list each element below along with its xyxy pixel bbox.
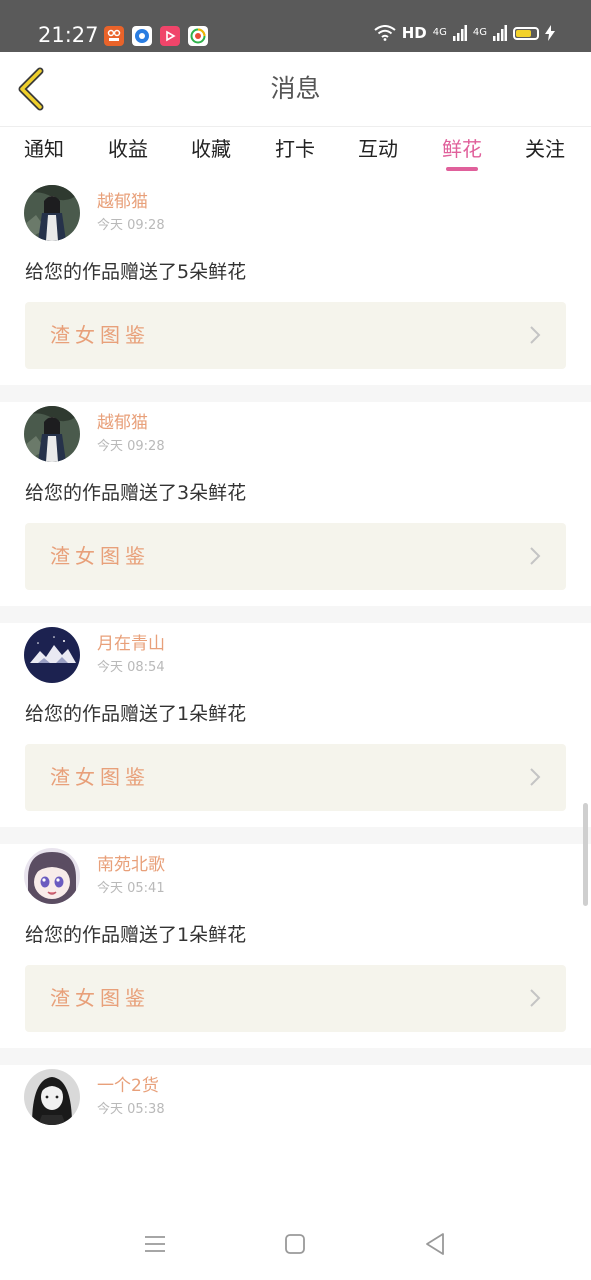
avatar[interactable] <box>24 1069 80 1125</box>
battery-icon <box>513 26 539 40</box>
avatar[interactable] <box>24 406 80 462</box>
avatar[interactable] <box>24 627 80 683</box>
avatar[interactable] <box>24 848 80 904</box>
work-link-card[interactable]: 渣女图鉴 <box>25 523 566 590</box>
divider <box>0 385 591 402</box>
battery-level <box>516 29 531 37</box>
taobao-style-app-icon <box>104 26 124 46</box>
list-item: 越郁猫 今天 09:28 给您的作品赠送了5朵鲜花 渣女图鉴 <box>0 181 591 385</box>
back-triangle-icon[interactable] <box>421 1230 449 1258</box>
tab-flowers[interactable]: 鲜花 <box>442 135 482 163</box>
browser-app-icon <box>188 26 208 46</box>
tab-notifications[interactable]: 通知 <box>24 135 64 163</box>
scrollbar[interactable] <box>583 803 588 906</box>
work-title: 渣女图鉴 <box>50 986 150 1010</box>
chevron-right-icon <box>530 768 541 786</box>
work-link-card[interactable]: 渣女图鉴 <box>25 965 566 1032</box>
timestamp: 今天 05:41 <box>97 881 165 896</box>
status-app-icons <box>104 26 208 46</box>
timestamp: 今天 09:28 <box>97 218 165 233</box>
message-text: 给您的作品赠送了5朵鲜花 <box>25 261 247 283</box>
signal-label-2: 4G <box>472 27 487 38</box>
status-time: 21:27 <box>38 23 99 47</box>
chevron-right-icon <box>530 547 541 565</box>
chevron-right-icon <box>530 989 541 1007</box>
list-item: 越郁猫 今天 09:28 给您的作品赠送了3朵鲜花 渣女图鉴 <box>0 402 591 606</box>
username[interactable]: 越郁猫 <box>97 191 148 213</box>
message-text: 给您的作品赠送了1朵鲜花 <box>25 924 247 946</box>
video-app-icon <box>160 26 180 46</box>
signal-bars-icon <box>452 25 467 41</box>
timestamp: 今天 08:54 <box>97 660 165 675</box>
username[interactable]: 一个2货 <box>97 1075 159 1097</box>
username[interactable]: 月在青山 <box>97 633 165 655</box>
status-bar: 21:27 HD 4G 4G <box>0 0 591 52</box>
message-text: 给您的作品赠送了3朵鲜花 <box>25 482 247 504</box>
system-nav-bar <box>0 1210 591 1280</box>
divider <box>0 606 591 623</box>
work-link-card[interactable]: 渣女图鉴 <box>25 744 566 811</box>
list-item: 南苑北歌 今天 05:41 给您的作品赠送了1朵鲜花 渣女图鉴 <box>0 844 591 1048</box>
work-title: 渣女图鉴 <box>50 765 150 789</box>
list-item: 月在青山 今天 08:54 给您的作品赠送了1朵鲜花 渣女图鉴 <box>0 623 591 827</box>
hd-label: HD <box>401 24 427 42</box>
tab-following[interactable]: 关注 <box>525 135 565 163</box>
tab-interaction[interactable]: 互动 <box>358 135 398 163</box>
chevron-right-icon <box>530 326 541 344</box>
signal-bars-icon <box>493 25 507 41</box>
username[interactable]: 越郁猫 <box>97 412 148 434</box>
work-link-card[interactable]: 渣女图鉴 <box>25 302 566 369</box>
signal-label-1: 4G <box>432 27 447 38</box>
tab-earnings[interactable]: 收益 <box>108 135 148 163</box>
divider <box>0 827 591 844</box>
timestamp: 今天 09:28 <box>97 439 165 454</box>
work-title: 渣女图鉴 <box>50 544 150 568</box>
message-text: 给您的作品赠送了1朵鲜花 <box>25 703 247 725</box>
home-square-icon[interactable] <box>281 1230 309 1258</box>
circle-app-icon <box>132 26 152 46</box>
status-indicators: HD 4G 4G <box>374 24 555 42</box>
work-title: 渣女图鉴 <box>50 323 150 347</box>
timestamp: 今天 05:38 <box>97 1102 165 1117</box>
active-tab-indicator <box>446 167 478 171</box>
tab-checkin[interactable]: 打卡 <box>275 135 315 163</box>
divider <box>0 1048 591 1065</box>
menu-icon[interactable] <box>141 1230 169 1258</box>
message-list: 越郁猫 今天 09:28 给您的作品赠送了5朵鲜花 渣女图鉴 越郁猫 今天 09… <box>0 181 591 1269</box>
page-title: 消息 <box>270 74 321 103</box>
avatar[interactable] <box>24 185 80 241</box>
charging-bolt-icon <box>545 25 555 41</box>
tab-favorites[interactable]: 收藏 <box>191 135 231 163</box>
username[interactable]: 南苑北歌 <box>97 854 165 876</box>
app-header: 消息 <box>0 52 591 127</box>
wifi-icon <box>374 25 396 41</box>
tab-bar: 通知 收益 收藏 打卡 互动 鲜花 关注 <box>0 127 591 181</box>
